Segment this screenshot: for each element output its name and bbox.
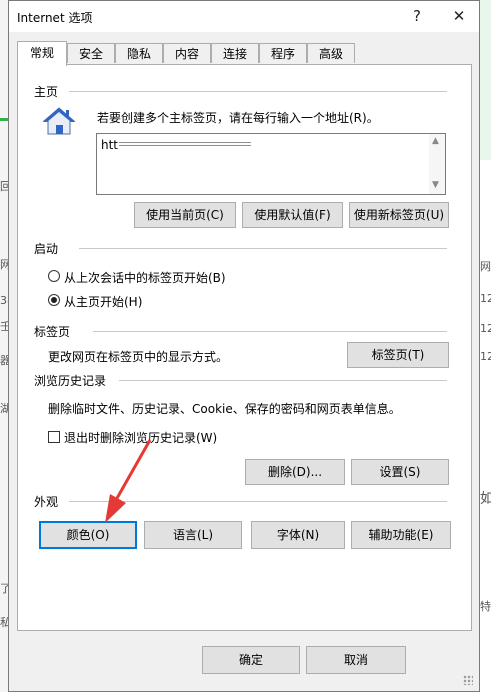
annotation-arrow-icon [105, 439, 152, 523]
tab-general[interactable]: 常规 [17, 41, 67, 66]
